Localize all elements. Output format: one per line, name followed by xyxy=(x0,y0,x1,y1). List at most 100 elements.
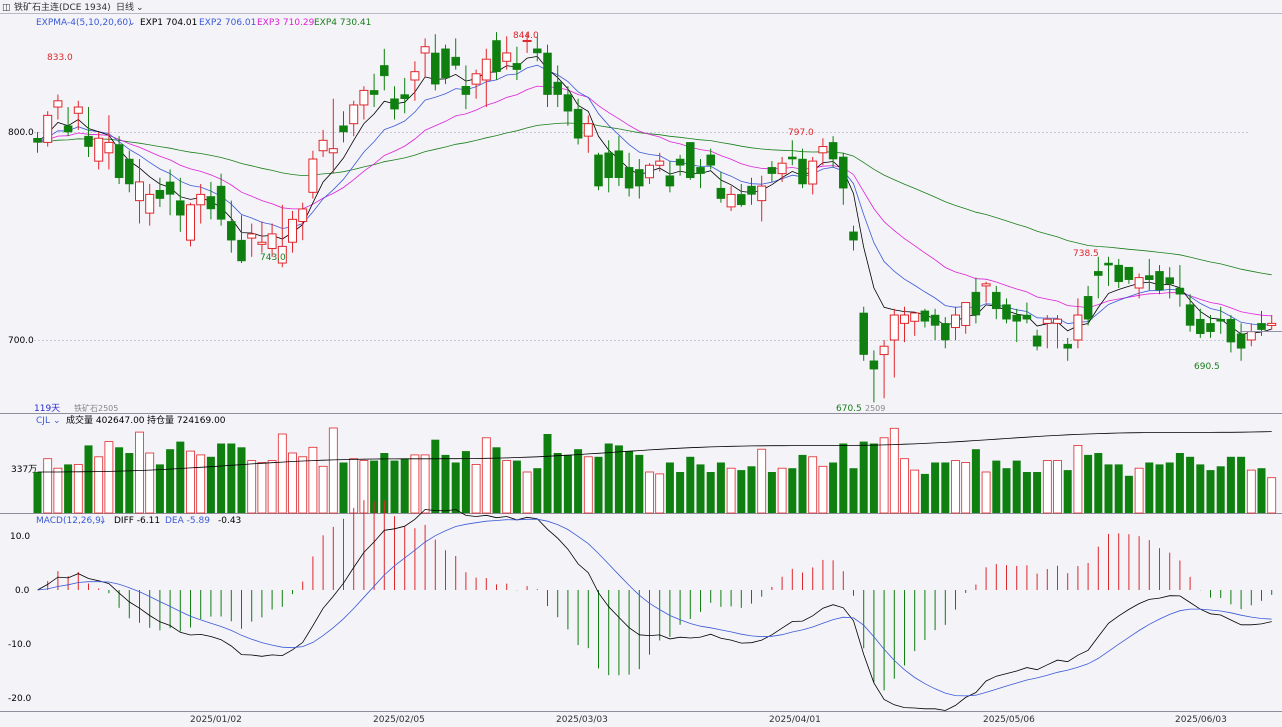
candle-down xyxy=(920,310,930,322)
contract-2509-label: 2509 xyxy=(865,404,885,413)
volume-bar xyxy=(879,437,889,514)
macd-diff-line xyxy=(37,509,1272,711)
volume-bar xyxy=(400,458,409,513)
macd-caret-icon[interactable]: ⌄ xyxy=(99,516,107,526)
candle-down xyxy=(1216,318,1225,322)
volume-bar xyxy=(84,445,93,513)
volume-bar xyxy=(461,451,470,513)
candle-down xyxy=(125,158,134,185)
volume-bar xyxy=(574,449,583,513)
volume-bar xyxy=(563,454,572,513)
volume-bar xyxy=(747,466,756,513)
candle-down xyxy=(165,181,175,195)
candle-down xyxy=(400,94,409,99)
volume-bar xyxy=(186,450,195,514)
volume-bar xyxy=(237,447,246,513)
volume-bar xyxy=(757,448,767,514)
candle-down xyxy=(1165,277,1174,285)
volume-bar xyxy=(839,443,848,513)
macd-tick-10: 10.0 xyxy=(10,532,30,542)
volume-bar xyxy=(53,467,63,514)
volume-bar xyxy=(635,454,644,513)
candle-down xyxy=(543,52,552,95)
candle-down xyxy=(737,194,746,206)
candle-up xyxy=(196,193,206,206)
candle-down xyxy=(1002,304,1011,320)
volume-bar xyxy=(1033,472,1042,513)
period-caret-icon[interactable]: ⌄ xyxy=(136,3,144,13)
candle-up xyxy=(145,193,155,214)
candle-down xyxy=(859,312,868,355)
volume-bar xyxy=(125,453,134,513)
volume-caret-icon[interactable]: ⌄ xyxy=(53,416,61,426)
candle-up xyxy=(308,158,318,193)
menu-icon[interactable]: ◫ xyxy=(2,3,11,13)
volume-bars xyxy=(33,427,1277,514)
macd-lines xyxy=(37,509,1272,711)
volume-bar xyxy=(808,456,818,514)
candle-down xyxy=(767,167,777,174)
period-selector[interactable]: 日线 xyxy=(116,1,134,13)
volume-bar xyxy=(451,462,460,513)
candle-down xyxy=(237,239,246,262)
candle-up xyxy=(135,181,144,202)
volume-bar xyxy=(227,443,236,513)
candle-down xyxy=(512,63,522,70)
volume-bar xyxy=(1155,464,1164,513)
candle-down xyxy=(604,152,613,179)
candle-down xyxy=(563,94,573,112)
candle-up xyxy=(808,160,818,185)
candle-down xyxy=(1063,343,1072,349)
volume-bar xyxy=(706,472,715,513)
candle-down xyxy=(788,156,797,160)
volume-bar xyxy=(849,468,858,513)
date-label: 2025/01/02 xyxy=(190,715,242,725)
volume-bar xyxy=(941,462,950,513)
kline-chart[interactable]: ◫ 铁矿石主连(DCE 1934) 日线 ⌄ EXPMA-4(5,10,20,6… xyxy=(0,0,1282,727)
volume-bar xyxy=(716,462,725,513)
volume-bar xyxy=(196,454,206,514)
candle-up xyxy=(645,164,654,179)
candle-down xyxy=(716,187,726,199)
contract-title[interactable]: 铁矿石主连(DCE 1934) xyxy=(14,1,111,13)
volume-bar xyxy=(726,467,736,514)
macd-tick-neg20: -20.0 xyxy=(8,694,32,704)
candle-down xyxy=(828,142,838,160)
candle-down xyxy=(206,196,216,210)
volume-bar xyxy=(308,446,318,514)
volume-bar xyxy=(961,462,971,514)
volume-bar xyxy=(420,454,430,514)
candle-down xyxy=(941,323,950,341)
volume-bar xyxy=(614,445,623,513)
volume-bar xyxy=(1267,477,1277,514)
candle-down xyxy=(1145,275,1154,280)
volume-bar xyxy=(104,441,114,514)
volume-bar xyxy=(981,471,991,514)
candle-down xyxy=(686,142,695,179)
macd-tick-0: 0.0 xyxy=(15,586,30,596)
candle-up xyxy=(655,160,665,166)
candle-up xyxy=(267,233,277,249)
volume-bar xyxy=(889,427,899,514)
ema-caret-icon[interactable]: ⌄ xyxy=(128,18,136,28)
price-tick-800: 800.0 xyxy=(8,128,34,138)
volume-bar xyxy=(247,460,257,514)
open-interest-label: 持仓量 724169.00 xyxy=(147,414,226,426)
volume-indicator-name[interactable]: CJL xyxy=(36,416,50,426)
volume-bar xyxy=(931,462,940,513)
volume-bar xyxy=(583,456,593,514)
date-axis: 2025/01/02 2025/02/05 2025/03/03 2025/04… xyxy=(190,715,1227,725)
volume-bar xyxy=(777,467,787,514)
candle-up xyxy=(1042,318,1052,324)
candle-up xyxy=(420,46,430,54)
macd-diff-label: DIFF -6.11 xyxy=(114,516,160,526)
candle-down xyxy=(1257,323,1266,330)
macd-indicator-name[interactable]: MACD(12,26,9) xyxy=(36,516,104,526)
candle-down xyxy=(849,231,858,241)
contract-2505-label: 铁矿石2505 xyxy=(74,403,118,413)
high-annotation: 844.0 xyxy=(513,31,539,41)
volume-bar xyxy=(277,433,287,514)
candle-up xyxy=(471,73,481,85)
ema-indicator-name[interactable]: EXPMA-4(5,10,20,60) xyxy=(36,18,132,28)
volume-bar xyxy=(43,458,53,514)
